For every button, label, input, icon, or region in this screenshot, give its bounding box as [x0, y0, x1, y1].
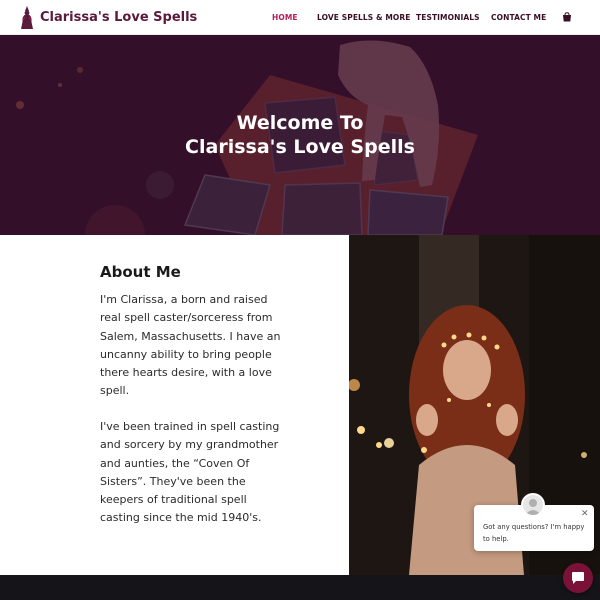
nav-love-spells[interactable]: LOVE SPELLS & MORE	[317, 13, 411, 22]
chat-message: Got any questions? I'm happy to help.	[483, 523, 585, 543]
site-header: Clarissa's Love Spells HOME LOVE SPELLS …	[0, 0, 600, 35]
about-paragraph-2: I've been trained in spell casting and s…	[100, 420, 280, 525]
person-icon	[525, 499, 541, 515]
nav-contact-me[interactable]: CONTACT ME	[491, 13, 546, 22]
chat-icon	[572, 572, 584, 584]
hero-title-line-2: Clarissa's Love Spells	[185, 136, 415, 158]
chat-agent-avatar	[521, 493, 545, 517]
hero-banner: Welcome To Clarissa's Love Spells	[0, 35, 600, 235]
shopping-bag-icon[interactable]	[562, 12, 572, 22]
close-icon[interactable]: ✕	[581, 510, 589, 519]
footer-strip	[0, 575, 600, 600]
about-section: About Me I'm Clarissa, a born and raised…	[0, 235, 349, 575]
about-heading: About Me	[100, 263, 181, 281]
chat-launcher-button[interactable]	[563, 563, 593, 593]
hero-title-line-1: Welcome To	[236, 112, 364, 134]
nav-home[interactable]: HOME	[272, 13, 298, 22]
brand-name: Clarissa's Love Spells	[40, 9, 198, 25]
nav-testimonials[interactable]: TESTIMONIALS	[416, 13, 480, 22]
about-paragraph-1: I'm Clarissa, a born and raised real spe…	[100, 293, 281, 398]
brand-link[interactable]: Clarissa's Love Spells	[20, 5, 197, 30]
witch-silhouette-icon	[21, 5, 33, 29]
